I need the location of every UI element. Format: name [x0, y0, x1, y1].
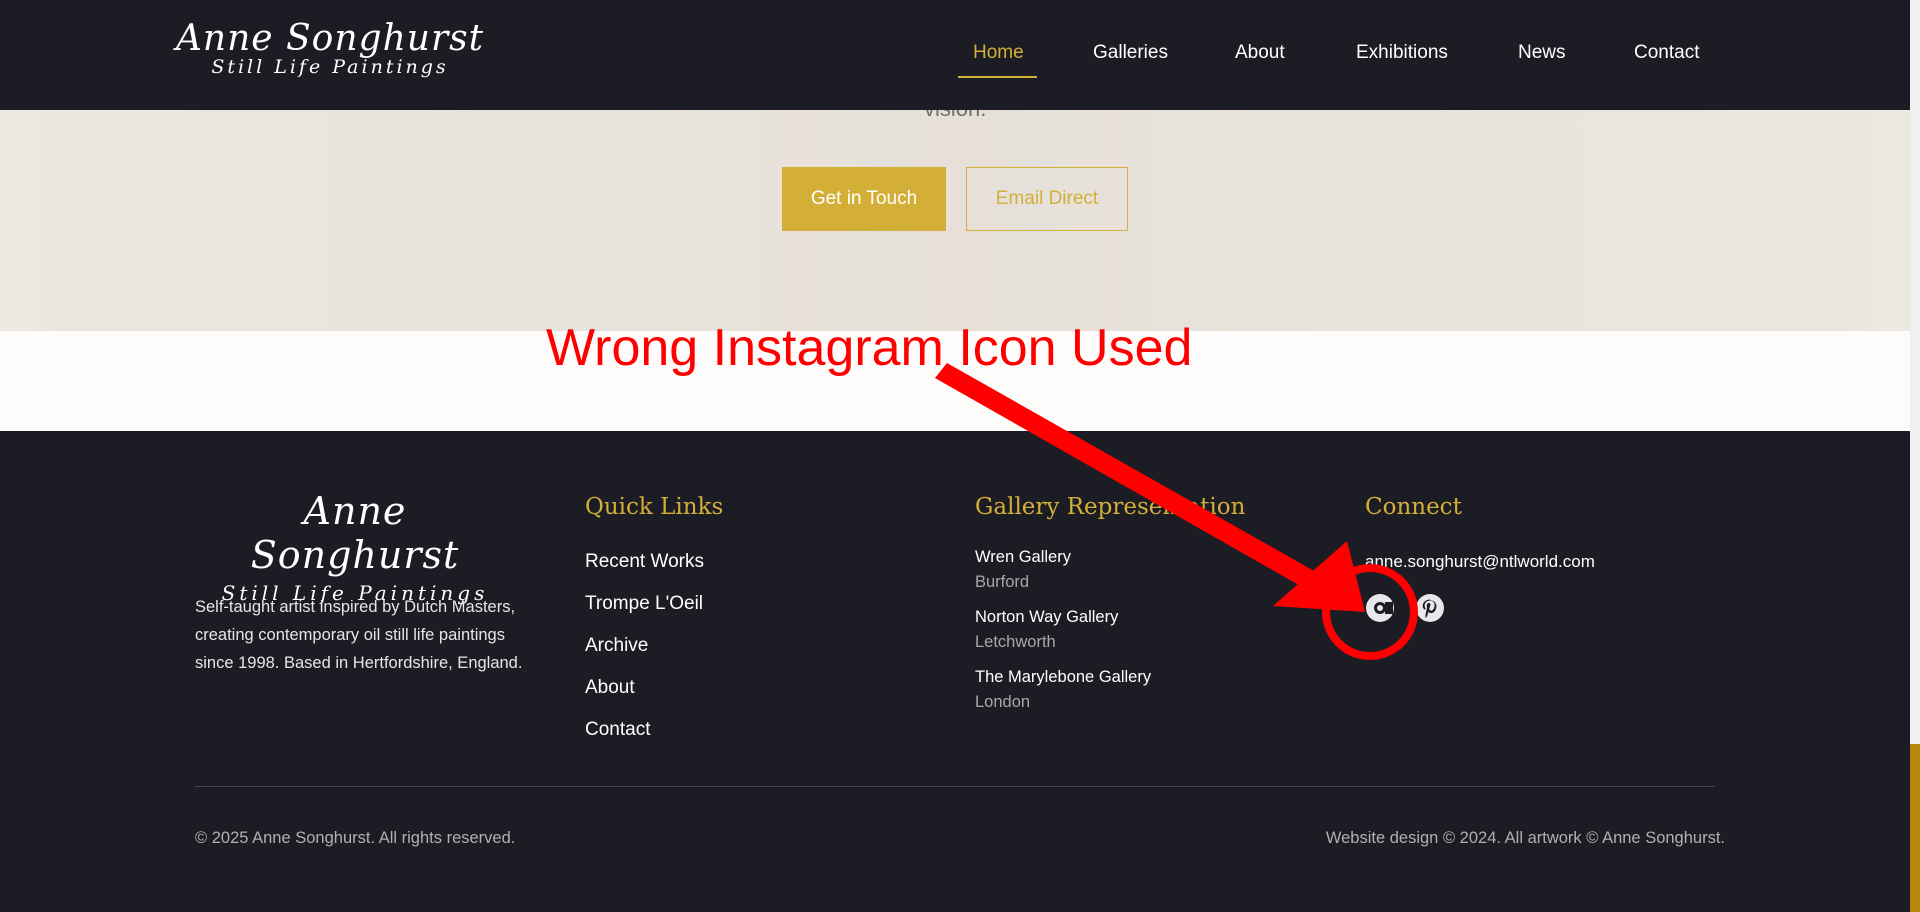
nav-exhibitions[interactable]: Exhibitions	[1356, 42, 1448, 64]
quick-link-archive[interactable]: Archive	[585, 635, 648, 657]
email-direct-button[interactable]: Email Direct	[966, 167, 1128, 231]
quick-link-about[interactable]: About	[585, 677, 635, 699]
nav-home[interactable]: Home	[973, 42, 1024, 64]
quick-link-recent-works[interactable]: Recent Works	[585, 551, 704, 573]
quick-link-contact[interactable]: Contact	[585, 719, 650, 741]
nav-about[interactable]: About	[1235, 42, 1285, 64]
gallery-title: Gallery Representation	[975, 494, 1246, 520]
credits-text: Website design © 2024. All artwork © Ann…	[1325, 829, 1725, 847]
copyright-text: © 2025 Anne Songhurst. All rights reserv…	[195, 829, 516, 847]
nav-news[interactable]: News	[1518, 42, 1566, 64]
scrollbar-thumb[interactable]	[1910, 744, 1920, 912]
quick-links-title: Quick Links	[585, 494, 724, 520]
cta-section	[0, 110, 1910, 331]
main-nav: Home Galleries About Exhibitions News Co…	[0, 0, 1910, 110]
gallery-location: Letchworth	[975, 633, 1056, 651]
footer-logo-name: Anne Songhurst	[250, 489, 460, 577]
site-header: Anne Songhurst Still Life Paintings Home…	[0, 0, 1910, 110]
instagram-link[interactable]	[1364, 592, 1396, 624]
gallery-name: Wren Gallery	[975, 548, 1071, 566]
gallery-name: Norton Way Gallery	[975, 608, 1119, 626]
get-in-touch-button[interactable]: Get in Touch	[782, 167, 946, 231]
connect-title: Connect	[1365, 494, 1462, 520]
footer-logo[interactable]: Anne Songhurst Still Life Paintings	[195, 489, 515, 605]
gallery-name: The Marylebone Gallery	[975, 668, 1152, 686]
pinterest-link[interactable]	[1414, 592, 1446, 624]
quick-link-trompe-loeil[interactable]: Trompe L'Oeil	[585, 593, 703, 615]
camera-icon	[1366, 594, 1394, 622]
gallery-location: Burford	[975, 573, 1030, 591]
footer-divider	[195, 786, 1715, 787]
contact-email-link[interactable]: anne.songhurst@ntlworld.com	[1365, 552, 1595, 572]
annotation-label: Wrong Instagram Icon Used	[546, 319, 1193, 377]
footer-description: Self-taught artist inspired by Dutch Mas…	[195, 598, 523, 672]
gallery-location: London	[975, 693, 1031, 711]
nav-contact[interactable]: Contact	[1634, 42, 1699, 64]
pinterest-icon	[1416, 594, 1444, 622]
nav-galleries[interactable]: Galleries	[1093, 42, 1168, 64]
nav-active-underline	[958, 76, 1037, 78]
